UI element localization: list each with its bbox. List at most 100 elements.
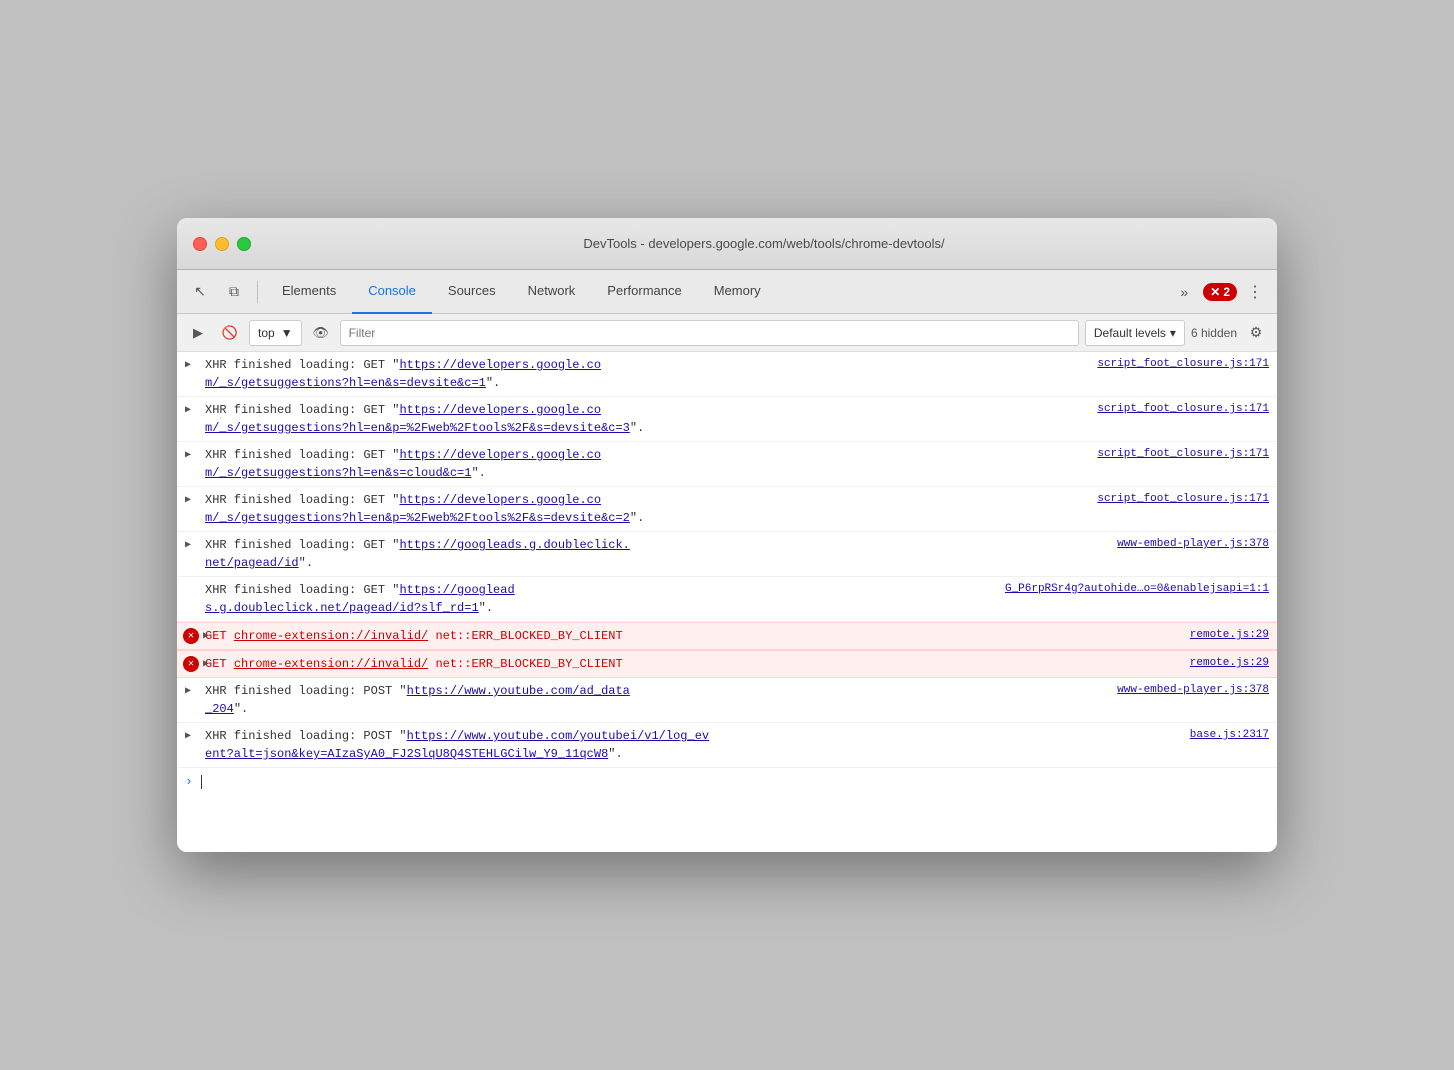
clear-console-button[interactable]: 🚫	[217, 321, 243, 345]
console-entry: ▶ XHR finished loading: GET "https://dev…	[177, 487, 1277, 532]
clear-icon: 🚫	[222, 325, 238, 341]
entry-expand-arrow[interactable]: ▶	[203, 629, 209, 644]
context-selector[interactable]: top ▼	[249, 320, 302, 346]
entry-text: XHR finished loading: GET "https://devel…	[205, 401, 1089, 437]
tab-console[interactable]: Console	[352, 270, 432, 314]
log-levels-button[interactable]: Default levels ▾	[1085, 320, 1185, 346]
entry-source[interactable]: script_foot_closure.js:171	[1097, 446, 1269, 463]
prompt-arrow-icon: ›	[185, 774, 193, 789]
error-message: net::ERR_BLOCKED_BY_CLIENT	[435, 629, 622, 643]
entry-text: GET chrome-extension://invalid/ net::ERR…	[205, 655, 1182, 673]
entry-text: XHR finished loading: GET "https://googl…	[205, 581, 997, 617]
run-icon: ▶	[193, 325, 203, 341]
device-toggle-button[interactable]: ⧉	[219, 278, 249, 306]
inspect-element-button[interactable]: ↖	[185, 278, 215, 306]
settings-icon: ⚙	[1250, 324, 1263, 341]
tab-network[interactable]: Network	[512, 270, 592, 314]
error-count: 2	[1223, 285, 1230, 299]
entry-source[interactable]: www-embed-player.js:378	[1117, 682, 1269, 699]
entry-link[interactable]: https://developers.google.com/_s/getsugg…	[205, 448, 601, 480]
entry-expand-arrow[interactable]: ▶	[185, 538, 191, 553]
tab-elements[interactable]: Elements	[266, 270, 352, 314]
devtools-window: DevTools - developers.google.com/web/too…	[177, 218, 1277, 852]
entry-link[interactable]: https://developers.google.com/_s/getsugg…	[205, 493, 630, 525]
error-badge[interactable]: ✕ 2	[1203, 283, 1237, 301]
context-value: top	[258, 326, 275, 340]
entry-link[interactable]: https://googleads.g.doubleclick.net/page…	[205, 583, 515, 615]
entry-expand-arrow[interactable]: ▶	[185, 358, 191, 373]
entry-text: GET chrome-extension://invalid/ net::ERR…	[205, 627, 1182, 645]
more-tabs-button[interactable]: »	[1169, 278, 1199, 306]
error-icon: ✕	[1210, 285, 1220, 299]
devtools-tabs: Elements Console Sources Network Perform…	[266, 270, 1165, 314]
entry-expand-arrow[interactable]: ▶	[203, 657, 209, 672]
error-method: GET	[205, 657, 234, 671]
close-button[interactable]	[193, 237, 207, 251]
console-entry-error: ✕ ▶ GET chrome-extension://invalid/ net:…	[177, 622, 1277, 650]
tab-performance[interactable]: Performance	[591, 270, 697, 314]
run-script-button[interactable]: ▶	[185, 321, 211, 345]
entry-source[interactable]: script_foot_closure.js:171	[1097, 491, 1269, 508]
console-settings-button[interactable]: ⚙	[1243, 321, 1269, 345]
maximize-button[interactable]	[237, 237, 251, 251]
error-entry-icon: ✕	[183, 656, 199, 672]
window-title: DevTools - developers.google.com/web/too…	[267, 236, 1261, 251]
minimize-button[interactable]	[215, 237, 229, 251]
device-icon: ⧉	[229, 283, 239, 300]
entry-expand-arrow[interactable]: ▶	[185, 448, 191, 463]
entry-expand-arrow[interactable]: ▶	[185, 684, 191, 699]
entry-source[interactable]: remote.js:29	[1190, 655, 1269, 672]
more-tabs-icon: »	[1180, 284, 1188, 300]
console-entry: XHR finished loading: GET "https://googl…	[177, 577, 1277, 622]
entry-source[interactable]: G_P6rpRSr4g?autohide…o=0&enablejsapi=1:1	[1005, 581, 1269, 598]
toolbar-divider	[257, 281, 258, 303]
tab-sources[interactable]: Sources	[432, 270, 512, 314]
eye-icon: 👁	[312, 325, 329, 341]
entry-link[interactable]: https://developers.google.com/_s/getsugg…	[205, 358, 601, 390]
console-entry: ▶ XHR finished loading: POST "https://ww…	[177, 678, 1277, 723]
levels-label: Default levels	[1094, 326, 1166, 340]
entry-source[interactable]: www-embed-player.js:378	[1117, 536, 1269, 553]
main-toolbar: ↖ ⧉ Elements Console Sources Network Per…	[177, 270, 1277, 314]
entry-text: XHR finished loading: GET "https://devel…	[205, 356, 1089, 392]
console-cursor	[201, 775, 209, 789]
console-toolbar: ▶ 🚫 top ▼ 👁 Default levels ▾ 6 hidden ⚙	[177, 314, 1277, 352]
menu-icon: ⋮	[1247, 282, 1263, 302]
entry-link[interactable]: https://www.youtube.com/ad_data_204	[205, 684, 630, 716]
entry-link[interactable]: https://googleads.g.doubleclick.net/page…	[205, 538, 630, 570]
hidden-count: 6 hidden	[1191, 326, 1237, 340]
live-expressions-button[interactable]: 👁	[308, 321, 334, 345]
console-entry-error: ✕ ▶ GET chrome-extension://invalid/ net:…	[177, 650, 1277, 678]
console-content: ▶ XHR finished loading: GET "https://dev…	[177, 352, 1277, 852]
console-entry: ▶ XHR finished loading: GET "https://dev…	[177, 442, 1277, 487]
tab-memory[interactable]: Memory	[698, 270, 777, 314]
entry-link[interactable]: chrome-extension://invalid/	[234, 657, 428, 671]
entry-link[interactable]: https://www.youtube.com/youtubei/v1/log_…	[205, 729, 709, 761]
entry-link[interactable]: https://developers.google.com/_s/getsugg…	[205, 403, 630, 435]
entry-text: XHR finished loading: POST "https://www.…	[205, 682, 1109, 718]
error-message: net::ERR_BLOCKED_BY_CLIENT	[435, 657, 622, 671]
entry-source[interactable]: script_foot_closure.js:171	[1097, 401, 1269, 418]
toolbar-right: » ✕ 2 ⋮	[1169, 278, 1269, 306]
entry-source[interactable]: remote.js:29	[1190, 627, 1269, 644]
inspect-icon: ↖	[194, 283, 206, 300]
console-prompt[interactable]: ›	[177, 768, 1277, 795]
context-arrow-icon: ▼	[281, 326, 293, 340]
entry-expand-arrow[interactable]: ▶	[185, 729, 191, 744]
titlebar: DevTools - developers.google.com/web/too…	[177, 218, 1277, 270]
entry-link[interactable]: chrome-extension://invalid/	[234, 629, 428, 643]
devtools-menu-button[interactable]: ⋮	[1241, 278, 1269, 306]
entry-source[interactable]: base.js:2317	[1190, 727, 1269, 744]
error-entry-icon: ✕	[183, 628, 199, 644]
entry-text: XHR finished loading: POST "https://www.…	[205, 727, 1182, 763]
entry-text: XHR finished loading: GET "https://devel…	[205, 491, 1089, 527]
entry-text: XHR finished loading: GET "https://googl…	[205, 536, 1109, 572]
entry-expand-arrow[interactable]: ▶	[185, 403, 191, 418]
entry-source[interactable]: script_foot_closure.js:171	[1097, 356, 1269, 373]
error-circle-icon: ✕	[183, 656, 199, 672]
error-method: GET	[205, 629, 234, 643]
entry-text: XHR finished loading: GET "https://devel…	[205, 446, 1089, 482]
console-entry: ▶ XHR finished loading: GET "https://dev…	[177, 352, 1277, 397]
entry-expand-arrow[interactable]: ▶	[185, 493, 191, 508]
console-filter-input[interactable]	[340, 320, 1079, 346]
